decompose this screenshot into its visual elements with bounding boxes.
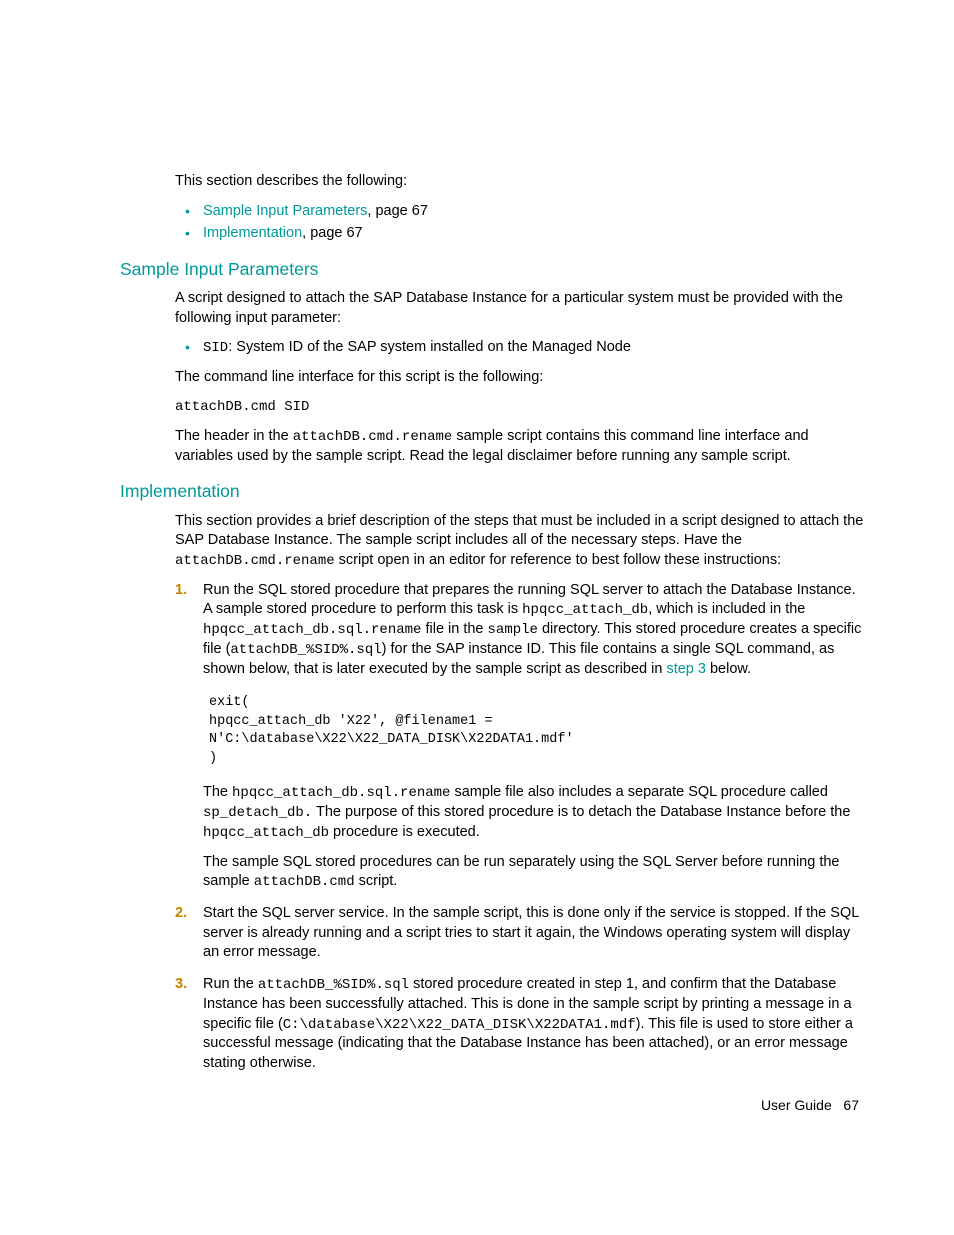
body-text: The command line interface for this scri… (175, 368, 864, 388)
intro-text: This section describes the following: (175, 172, 864, 192)
toc-link-implementation[interactable]: Implementation (203, 225, 302, 241)
heading-implementation: Implementation (120, 480, 864, 504)
step-3: Run the attachDB_%SID%.sql stored proced… (175, 975, 864, 1073)
body-text: The header in the attachDB.cmd.rename sa… (175, 427, 864, 466)
steps-list: Run the SQL stored procedure that prepar… (175, 581, 864, 1074)
toc-item: Sample Input Parameters, page 67 (175, 202, 864, 222)
code-block: exit( hpqcc_attach_db 'X22', @filename1 … (209, 694, 864, 770)
command-line: attachDB.cmd SID (175, 398, 864, 417)
body-text: The hpqcc_attach_db.sql.rename sample fi… (203, 783, 864, 843)
param-item: SID: System ID of the SAP system install… (175, 338, 864, 358)
toc-suffix: , page 67 (367, 203, 427, 219)
page-number: 67 (843, 1097, 859, 1113)
param-code: SID (203, 340, 228, 356)
body-text: A script designed to attach the SAP Data… (175, 289, 864, 328)
toc-list: Sample Input Parameters, page 67 Impleme… (175, 202, 864, 244)
page-footer: User Guide 67 (761, 1096, 859, 1115)
step-3-link[interactable]: step 3 (666, 661, 706, 677)
step-2: Start the SQL server service. In the sam… (175, 904, 864, 963)
toc-item: Implementation, page 67 (175, 224, 864, 244)
body-text: The sample SQL stored procedures can be … (203, 853, 864, 892)
param-list: SID: System ID of the SAP system install… (175, 338, 864, 358)
body-text: This section provides a brief descriptio… (175, 512, 864, 571)
toc-link-sample-input[interactable]: Sample Input Parameters (203, 203, 367, 219)
heading-sample-input-parameters: Sample Input Parameters (120, 258, 864, 282)
step-1: Run the SQL stored procedure that prepar… (175, 581, 864, 892)
param-desc: : System ID of the SAP system installed … (228, 339, 631, 355)
toc-suffix: , page 67 (302, 225, 362, 241)
footer-label: User Guide (761, 1097, 832, 1113)
